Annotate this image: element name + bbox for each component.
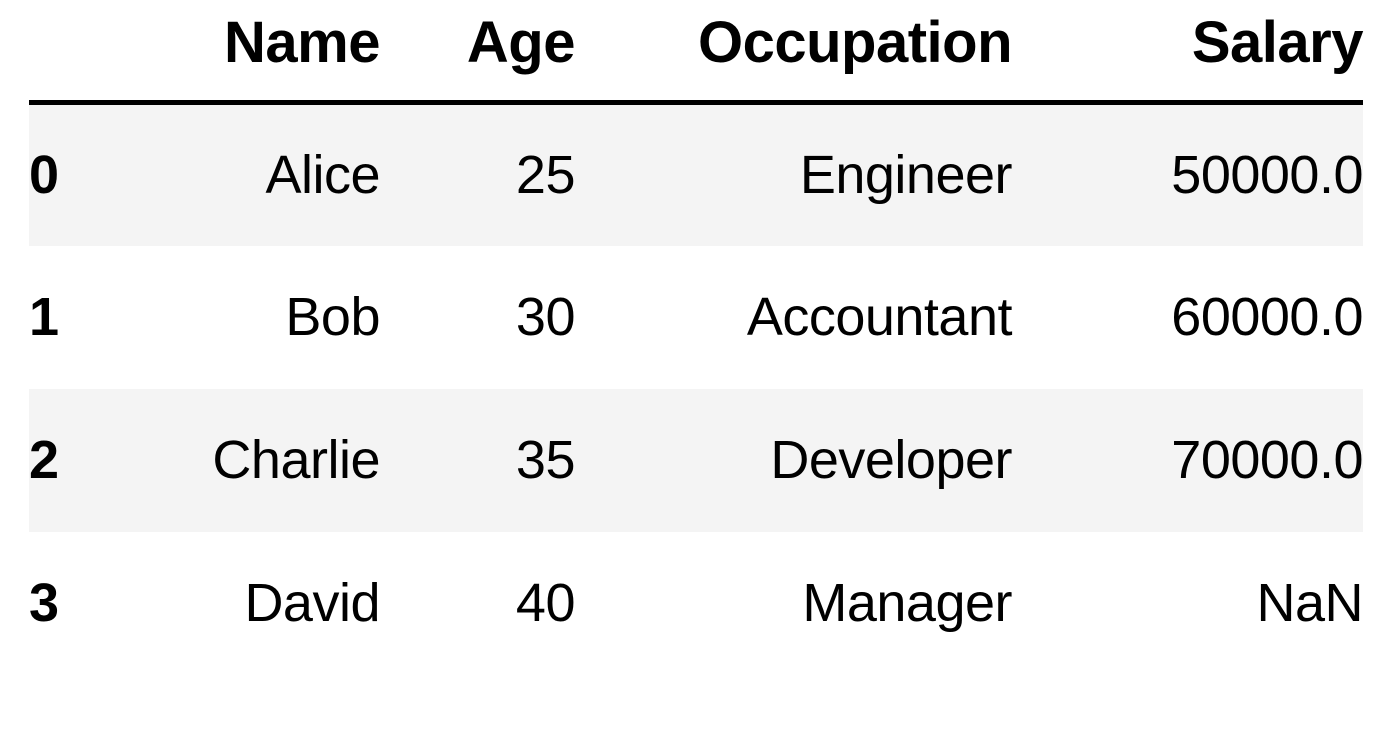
cell-occupation: Developer [770, 430, 1012, 490]
table-body: 0 Alice 25 Engineer 50000.0 1 Bob 30 Acc… [29, 102, 1364, 675]
column-header-index [29, 0, 95, 105]
table-row: 2 Charlie 35 Developer 70000.0 [29, 388, 1364, 532]
table-row: 0 Alice 25 Engineer 50000.0 [29, 102, 1364, 246]
cell-salary: 70000.0 [1171, 430, 1363, 490]
cell-age: 40 [515, 573, 576, 633]
table-header: Name Age Occupation Salary [29, 0, 1364, 105]
cell-occupation: Engineer [799, 145, 1013, 206]
cell-salary: NaN [1256, 573, 1363, 633]
row-index-label: 2 [29, 430, 59, 490]
cell-name: Alice [265, 145, 380, 206]
dataframe-table: Name Age Occupation Salary 0 Alice 25 En… [29, 0, 1364, 675]
table-row: 3 David 40 Manager NaN [29, 531, 1364, 675]
table-row: 1 Bob 30 Accountant 60000.0 [29, 245, 1364, 389]
cell-name: Charlie [212, 430, 380, 490]
cell-occupation: Accountant [746, 287, 1013, 347]
cell-age: 25 [515, 145, 576, 206]
cell-age: 30 [515, 287, 576, 347]
column-header-name: Name [95, 0, 381, 105]
row-index-label: 0 [29, 145, 59, 206]
row-index-label: 3 [29, 573, 59, 633]
column-header-occupation: Occupation [575, 0, 1013, 105]
column-header-salary: Salary [1012, 0, 1364, 105]
cell-salary: 50000.0 [1171, 145, 1363, 206]
row-index-label: 1 [29, 287, 59, 347]
column-header-age: Age [380, 0, 576, 105]
cell-salary: 60000.0 [1171, 287, 1363, 347]
header-row: Name Age Occupation Salary [29, 0, 1364, 105]
cell-name: David [244, 573, 380, 633]
dataframe-page: Name Age Occupation Salary 0 Alice 25 En… [0, 0, 1400, 732]
cell-occupation: Manager [802, 573, 1012, 633]
cell-age: 35 [515, 430, 576, 490]
cell-name: Bob [285, 287, 380, 347]
